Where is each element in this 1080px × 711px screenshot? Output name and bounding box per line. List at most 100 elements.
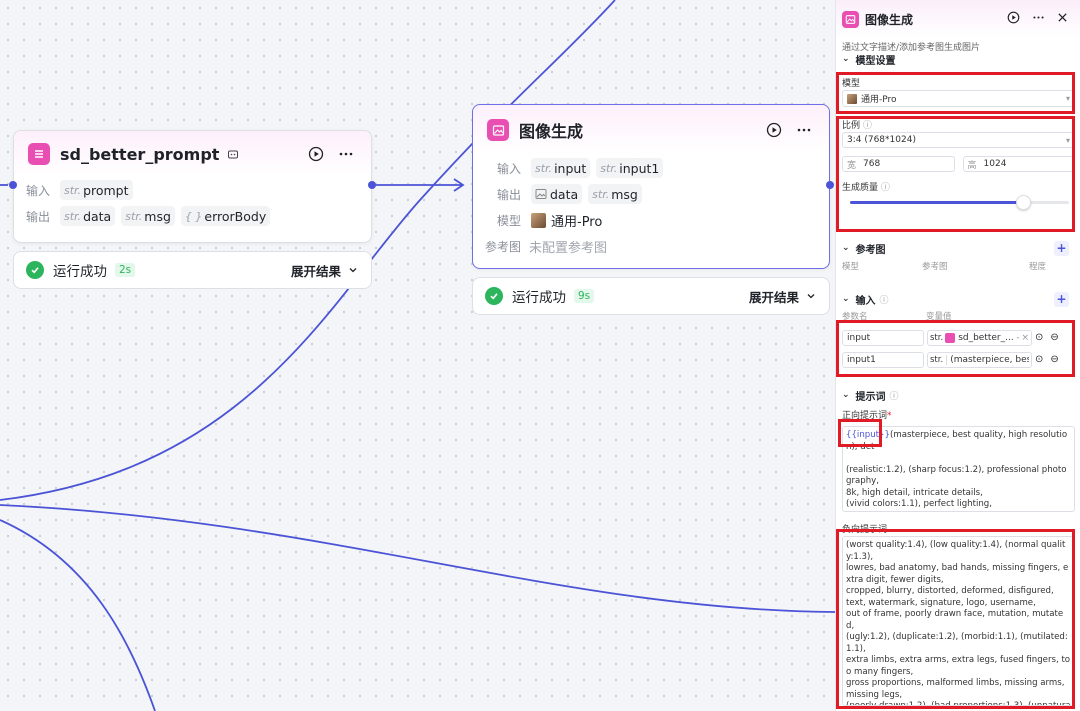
image-icon [842, 10, 859, 28]
info-icon: ⓘ [879, 295, 889, 306]
param-chip: str. prompt [60, 180, 133, 200]
more-icon[interactable] [335, 143, 357, 165]
negative-prompt-label: 负向提示词 [842, 525, 888, 535]
check-circle-icon [26, 261, 44, 279]
run-icon[interactable] [763, 119, 785, 141]
model-select[interactable]: 通用-Pro ▾ [842, 90, 1075, 107]
workflow-canvas[interactable]: sd_better_prompt 输入 str. prompt 输出 str. da… [0, 0, 835, 711]
panel-description: 通过文字描述/添加参考图生成图片 [842, 43, 981, 53]
ratio-select[interactable]: 3:4 (768*1024) ▾ [842, 132, 1075, 148]
variable-icon[interactable]: ⊙ [1035, 332, 1043, 343]
time-badge: 9s [574, 289, 595, 303]
height-field[interactable]: 高 1024 [962, 156, 1075, 172]
output-row: 输出 str. data str. msg { } errorBody [14, 203, 371, 229]
chevron-down-icon [349, 268, 357, 273]
input-columns: 参数名 变量值 [842, 312, 952, 322]
node1-in-port[interactable] [9, 181, 17, 189]
input-list: input str. sd_better_... - × ⊙ ⊖ input1 … [842, 329, 1075, 368]
edge-bottom-curve [0, 519, 156, 711]
edge-long-curve [0, 504, 835, 613]
model-label: 模型 [497, 213, 522, 228]
close-icon[interactable] [1057, 12, 1068, 26]
panel-header: 图像生成 [836, 0, 1080, 38]
chevron-down-icon: ⌄ [842, 243, 850, 253]
add-input-button[interactable]: + [1054, 291, 1069, 307]
chevron-down-icon: ⌄ [842, 54, 850, 64]
param-chip: str. input [531, 158, 591, 178]
input-row: input str. sd_better_... - × ⊙ ⊖ [842, 329, 1075, 346]
input-label: 输入 [497, 161, 522, 176]
width-field[interactable]: 宽 768 [842, 156, 955, 172]
node-ref-icon [945, 332, 956, 343]
model-avatar [531, 212, 546, 228]
prompt-section[interactable]: ⌄ 提示词 ⓘ [836, 385, 1080, 405]
node1-status: 运行成功 2s 展开结果 [13, 251, 372, 289]
check-circle-icon [485, 287, 503, 305]
model-avatar [847, 93, 857, 104]
node-image-generation[interactable]: 图像生成 输入 str. input str. input1 输出 data str… [472, 104, 830, 269]
clear-icon[interactable]: × [1021, 333, 1029, 343]
input-section[interactable]: ⌄ 输入 ⓘ + [836, 289, 1080, 309]
param-name-field[interactable]: input [842, 329, 924, 346]
panel-title: 图像生成 [865, 12, 914, 27]
input-label: 输入 [26, 183, 51, 198]
node1-out-port[interactable] [368, 181, 376, 189]
positive-prompt-field[interactable]: {{input}}(masterpiece, best quality, hig… [842, 426, 1075, 512]
expand-results-button[interactable]: 展开结果 [291, 261, 359, 280]
model-row: 模型 通用-Pro [473, 207, 829, 233]
ref-value: 未配置参考图 [529, 240, 608, 256]
output-label: 输出 [26, 209, 51, 224]
node-title: sd_better_prompt [60, 144, 220, 164]
image-icon [487, 119, 509, 141]
more-icon[interactable] [793, 119, 815, 141]
list-icon [28, 143, 50, 165]
param-value-field[interactable]: str. sd_better_... - × [927, 329, 1032, 346]
model-label: 模型 [842, 79, 861, 89]
node-header: sd_better_prompt [14, 131, 371, 177]
input-row: input1 str. (masterpiece, best qu ⊙ ⊖ [842, 351, 1075, 368]
chevron-down-icon: ⌄ [842, 294, 850, 304]
node-header: 图像生成 [473, 105, 829, 155]
param-chip: str. msg [121, 206, 175, 226]
positive-prompt-label: 正向提示词* [842, 411, 892, 421]
info-icon: ⓘ [880, 183, 890, 193]
run-icon[interactable] [1007, 11, 1020, 27]
negative-prompt-field[interactable]: (worst quality:1.4), (low quality:1.4), … [842, 536, 1075, 706]
variable-icon[interactable]: ⊙ [1035, 354, 1043, 365]
param-chip: { } errorBody [180, 206, 271, 226]
ref-row: 参考图 未配置参考图 [473, 233, 829, 259]
input-row: 输入 str. input str. input1 [473, 155, 829, 181]
node2-status: 运行成功 9s 展开结果 [472, 277, 830, 315]
info-icon: ⓘ [889, 391, 899, 402]
expand-results-button[interactable]: 展开结果 [749, 287, 817, 306]
param-chip: str. input1 [596, 158, 664, 178]
remove-icon[interactable]: ⊖ [1050, 354, 1058, 365]
output-row: 输出 data str. msg [473, 181, 829, 207]
quality-slider[interactable] [850, 195, 1069, 210]
reference-section[interactable]: ⌄ 参考图 + [836, 238, 1080, 258]
model-settings-section[interactable]: ⌄ 模型设置 [836, 53, 1080, 65]
node-title: 图像生成 [519, 122, 584, 141]
run-icon[interactable] [305, 143, 327, 165]
node2-out-port[interactable] [826, 181, 834, 189]
reference-columns: 模型 参考图 程度 [842, 262, 1047, 272]
chevron-down-icon [807, 294, 815, 299]
param-name-field[interactable]: input1 [842, 351, 924, 368]
param-value-field[interactable]: str. (masterpiece, best qu [927, 351, 1032, 368]
info-icon: ⓘ [862, 121, 872, 131]
slider-thumb[interactable] [1016, 195, 1031, 210]
robot-icon [227, 145, 239, 164]
more-icon[interactable] [1032, 11, 1045, 27]
node-sd-better-prompt[interactable]: sd_better_prompt 输入 str. prompt 输出 str. da… [13, 130, 372, 243]
chevron-down-icon: ▾ [1065, 94, 1070, 103]
remove-icon[interactable]: ⊖ [1050, 332, 1058, 343]
param-chip: data [531, 184, 583, 204]
ratio-label: 比例 ⓘ [842, 121, 872, 131]
output-label: 输出 [497, 187, 522, 202]
model-value: 通用-Pro [551, 214, 603, 230]
quality-label: 生成质量 ⓘ [842, 183, 890, 193]
status-text: 运行成功 [53, 264, 107, 280]
chevron-down-icon: ⌄ [842, 390, 850, 400]
add-reference-button[interactable]: + [1054, 240, 1069, 256]
time-badge: 2s [115, 263, 136, 277]
